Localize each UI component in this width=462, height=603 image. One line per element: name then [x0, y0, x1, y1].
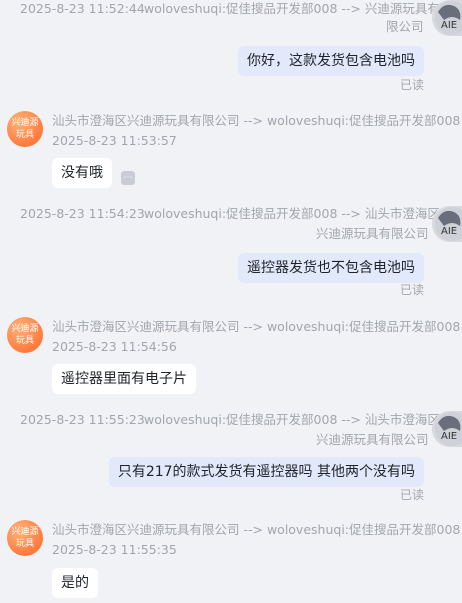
user-avatar[interactable]: AIE [432, 0, 462, 36]
svg-text:AIE: AIE [441, 20, 457, 31]
shop-avatar[interactable]: 兴迪源 玩具 [7, 520, 43, 556]
user-avatar[interactable]: AIE [432, 411, 462, 447]
read-status: 已读 [400, 283, 425, 297]
shop-avatar-line2: 玩具 [15, 336, 34, 346]
message-time: 2025-8-23 11:55:35 [52, 542, 177, 557]
message-time: 2025-8-23 11:54:56 [52, 339, 177, 354]
shop-avatar[interactable]: 兴迪源 玩具 [7, 111, 43, 147]
shop-avatar[interactable]: 兴迪源 玩具 [7, 317, 43, 353]
message-route-cont: 限公司 [386, 19, 424, 34]
message-route-cont: 兴迪源玩具有限公司 [316, 226, 429, 241]
message-route: 汕头市澄海区兴迪源玩具有限公司 --> woloveshuqi:促佳搜品开发部0… [52, 522, 461, 537]
message-bubble-incoming[interactable]: 没有哦 [52, 158, 112, 188]
message-bubble-incoming[interactable]: 遥控器里面有电子片 [52, 364, 196, 394]
message-bubble-incoming[interactable]: 是的 [52, 568, 98, 598]
read-status: 已读 [400, 78, 425, 92]
message-route: 汕头市澄海区兴迪源玩具有限公司 --> woloveshuqi:促佳搜品开发部0… [52, 319, 461, 334]
more-options-icon[interactable]: ⋯ [121, 171, 135, 185]
message-bubble-outgoing[interactable]: 只有217的款式发货有遥控器吗 其他两个没有吗 [108, 457, 424, 487]
read-status: 已读 [400, 488, 425, 502]
shop-avatar-line2: 玩具 [15, 539, 34, 549]
user-avatar-image: AIE [435, 1, 462, 35]
message-time: 2025-8-23 11:53:57 [52, 133, 177, 148]
message-route: woloveshuqi:促佳搜品开发部008 --> 汕头市澄海区 [144, 412, 440, 427]
shop-avatar-line2: 玩具 [15, 130, 34, 140]
user-avatar-image: AIE [435, 207, 462, 241]
svg-text:AIE: AIE [441, 431, 457, 442]
message-time: 2025-8-23 11:54:23 [20, 206, 145, 221]
user-avatar-image: AIE [435, 412, 462, 446]
message-route: 汕头市澄海区兴迪源玩具有限公司 --> woloveshuqi:促佳搜品开发部0… [52, 113, 461, 128]
message-bubble-outgoing[interactable]: 遥控器发货也不包含电池吗 [238, 253, 424, 283]
svg-text:AIE: AIE [441, 226, 457, 237]
message-route: woloveshuqi:促佳搜品开发部008 --> 兴迪源玩具有 [144, 1, 440, 16]
message-bubble-outgoing[interactable]: 你好，这款发货包含电池吗 [238, 46, 424, 76]
message-time: 2025-8-23 11:52:44 [20, 1, 145, 16]
shop-avatar-line1: 兴迪源 [11, 324, 39, 334]
message-time: 2025-8-23 11:55:23 [20, 412, 145, 427]
user-avatar[interactable]: AIE [432, 206, 462, 242]
shop-avatar-line1: 兴迪源 [11, 118, 39, 128]
message-route: woloveshuqi:促佳搜品开发部008 --> 汕头市澄海区 [144, 206, 440, 221]
message-route-cont: 兴迪源玩具有限公司 [316, 432, 429, 447]
shop-avatar-line1: 兴迪源 [11, 527, 39, 537]
